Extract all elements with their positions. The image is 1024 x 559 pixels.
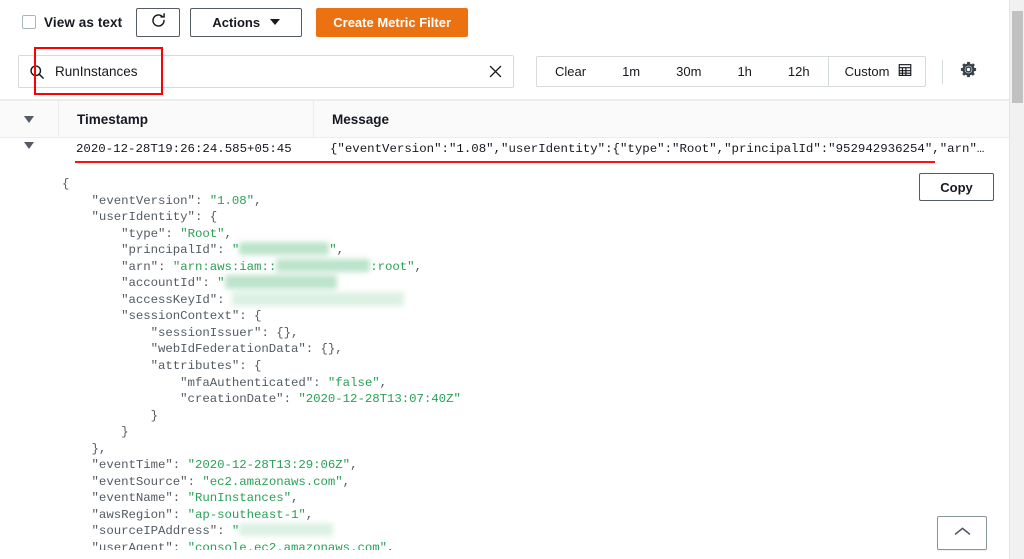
- view-as-text-toggle[interactable]: View as text: [22, 15, 122, 30]
- filter-events-searchbox[interactable]: RunInstances: [18, 55, 514, 88]
- cloudwatch-log-event-viewer: View as text Actions Create Metric Filte…: [0, 0, 1024, 559]
- gear-icon: [959, 60, 978, 84]
- actions-label: Actions: [212, 14, 261, 30]
- row-underline-annotation: [75, 161, 935, 163]
- page-scrollbar-thumb[interactable]: [1012, 11, 1023, 103]
- range-1m[interactable]: 1m: [604, 57, 658, 86]
- chevron-down-icon: [24, 142, 34, 149]
- range-custom[interactable]: Custom: [827, 57, 926, 86]
- expand-all-toggle[interactable]: [0, 115, 58, 123]
- calendar-icon: [898, 63, 912, 80]
- settings-button[interactable]: [959, 60, 978, 84]
- table-row[interactable]: 2020-12-28T19:26:24.585+05:45 {"eventVer…: [0, 138, 1009, 166]
- column-header-timestamp[interactable]: Timestamp: [59, 112, 313, 127]
- page-scrollbar[interactable]: [1009, 0, 1024, 559]
- filter-bar: RunInstances Clear 1m 30m 1h 12h Custom: [0, 44, 1009, 100]
- chevron-up-icon: [954, 524, 971, 542]
- toolbar: View as text Actions Create Metric Filte…: [0, 0, 1009, 44]
- refresh-button[interactable]: [136, 7, 181, 37]
- create-metric-filter-button[interactable]: Create Metric Filter: [316, 7, 469, 37]
- event-json: { "eventVersion": "1.08", "userIdentity"…: [62, 177, 461, 550]
- chevron-down-icon: [270, 19, 281, 25]
- range-custom-label: Custom: [844, 64, 890, 79]
- refresh-icon: [150, 12, 167, 32]
- range-1h[interactable]: 1h: [719, 57, 769, 86]
- scroll-to-top-button[interactable]: [937, 516, 987, 550]
- range-30m[interactable]: 30m: [658, 57, 719, 86]
- event-detail-panel: Copy { "eventVersion": "1.08", "userIden…: [0, 166, 1009, 550]
- view-as-text-checkbox[interactable]: [22, 15, 36, 29]
- chevron-down-icon: [24, 115, 34, 123]
- column-header-message[interactable]: Message: [314, 112, 1009, 127]
- row-expand-toggle[interactable]: [0, 142, 58, 149]
- time-range-selector: Clear 1m 30m 1h 12h Custom: [536, 56, 927, 87]
- actions-button[interactable]: Actions: [190, 7, 303, 37]
- range-12h[interactable]: 12h: [770, 57, 828, 86]
- content-column: View as text Actions Create Metric Filte…: [0, 0, 1009, 559]
- toolbar-divider: [942, 59, 944, 84]
- copy-button[interactable]: Copy: [919, 173, 994, 201]
- row-message: {"eventVersion":"1.08","userIdentity":{"…: [330, 142, 985, 156]
- table-header: Timestamp Message: [0, 100, 1009, 138]
- search-input[interactable]: RunInstances: [55, 64, 488, 79]
- close-icon[interactable]: [488, 64, 503, 79]
- range-clear[interactable]: Clear: [537, 57, 604, 86]
- view-as-text-label: View as text: [44, 14, 123, 30]
- row-timestamp: 2020-12-28T19:26:24.585+05:45: [76, 142, 292, 156]
- search-icon: [29, 64, 45, 80]
